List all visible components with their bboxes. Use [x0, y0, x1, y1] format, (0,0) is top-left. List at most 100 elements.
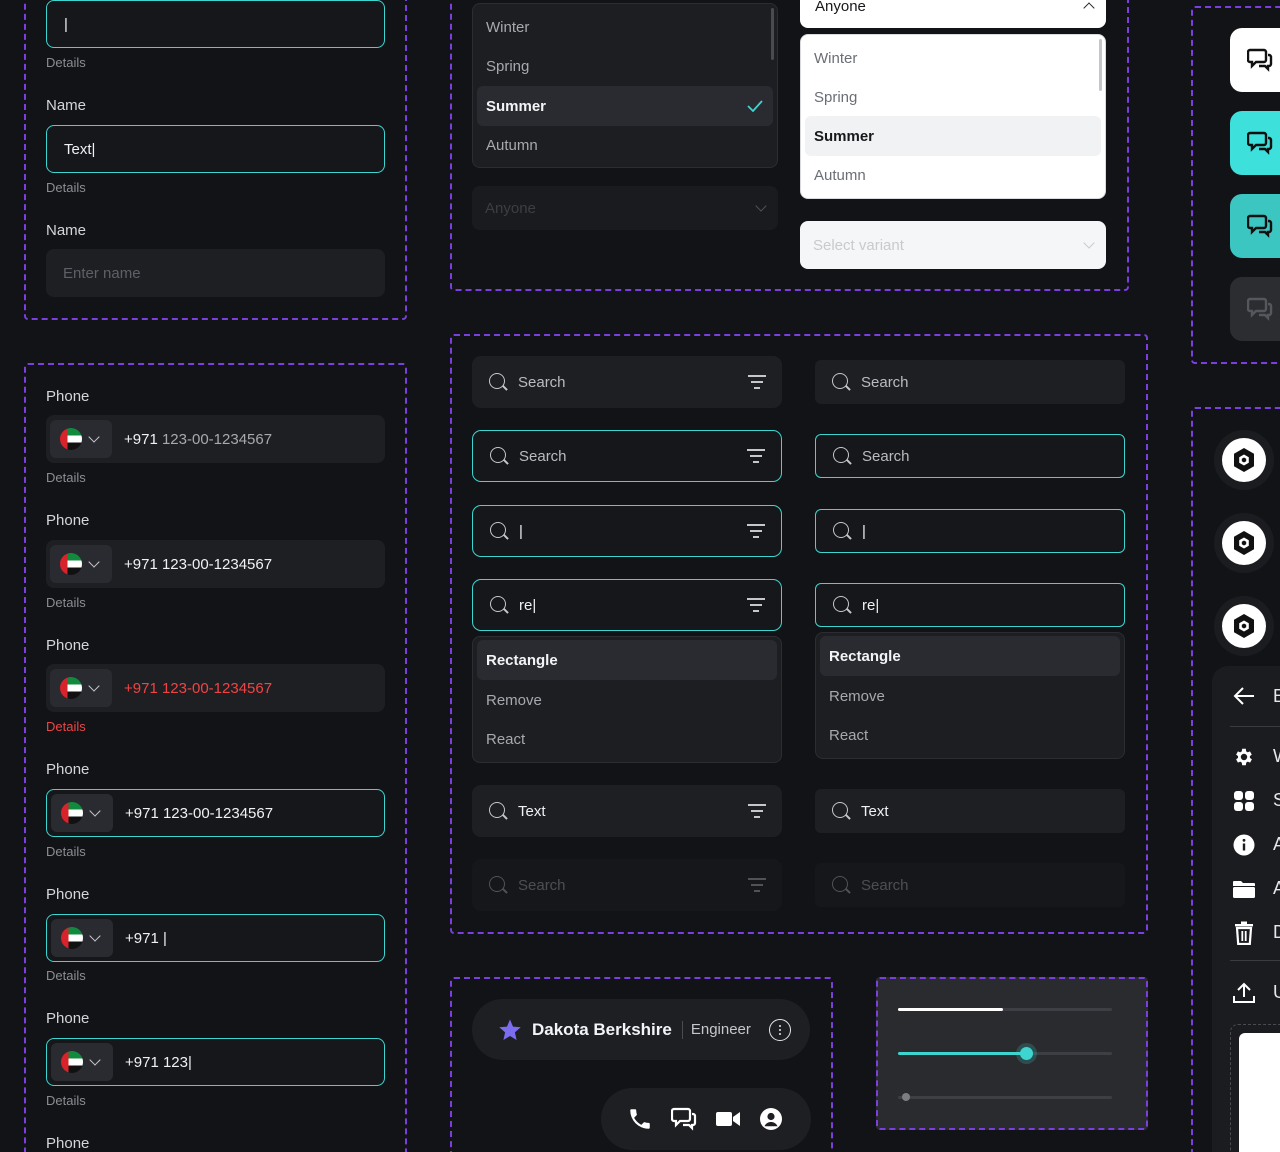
chat-icon[interactable]	[671, 1107, 697, 1131]
light-select-disabled[interactable]: Select variant	[800, 221, 1106, 269]
check-icon	[747, 100, 763, 112]
filter-icon[interactable]	[747, 449, 765, 463]
result-item-selected[interactable]: Rectangle	[477, 640, 777, 680]
search-icon	[832, 446, 852, 466]
slider-track-accent[interactable]	[898, 1047, 1112, 1060]
country-selector[interactable]	[51, 1043, 113, 1081]
chat-button-disabled[interactable]	[1230, 277, 1280, 341]
phone-input-filled[interactable]: +971 123-00-1234567	[46, 540, 385, 588]
option-item[interactable]: Winter	[801, 38, 1105, 78]
hexagon-logo-icon	[1234, 448, 1254, 472]
phone-input-focused[interactable]: +971 123-00-1234567	[46, 789, 385, 837]
user-name: Dakota Berkshire	[532, 1019, 672, 1039]
chat-button-white[interactable]	[1230, 28, 1280, 92]
uae-flag-icon	[60, 428, 82, 450]
search-field-text[interactable]: Text	[472, 785, 782, 837]
scrollbar[interactable]	[1099, 39, 1102, 91]
name-input-empty[interactable]: Enter name	[46, 249, 385, 297]
user-role: Engineer	[690, 1021, 751, 1038]
info-icon[interactable]	[1232, 833, 1256, 857]
search-field-disabled[interactable]: Search	[472, 859, 782, 911]
result-item[interactable]: Remove	[816, 676, 1124, 716]
search-field-default[interactable]: Search	[472, 356, 782, 408]
search-field-focused[interactable]: Search	[815, 434, 1125, 478]
gear-icon[interactable]	[1232, 745, 1256, 769]
option-item[interactable]: Winter	[473, 7, 777, 47]
search-field-default[interactable]: Search	[815, 360, 1125, 404]
phone-helper: Details	[46, 595, 86, 610]
search-icon	[832, 521, 852, 541]
name-input-text[interactable]: Text|	[46, 125, 385, 173]
chat-button-cyan[interactable]	[1230, 111, 1280, 175]
slider-track[interactable]	[898, 1008, 1112, 1011]
trash-icon[interactable]	[1232, 921, 1256, 945]
option-item-selected[interactable]: Summer	[805, 116, 1101, 156]
search-field-text[interactable]: Text	[815, 789, 1125, 833]
slider-track-empty[interactable]	[898, 1093, 1112, 1101]
logo-button[interactable]	[1222, 604, 1266, 648]
phone-error-helper: Details	[46, 719, 86, 734]
country-selector[interactable]	[50, 545, 112, 583]
folder-icon[interactable]	[1232, 877, 1256, 901]
chevron-down-icon	[755, 200, 767, 212]
phone-icon[interactable]	[627, 1106, 653, 1132]
country-selector[interactable]	[51, 794, 113, 832]
video-icon[interactable]	[715, 1109, 741, 1129]
grid-icon[interactable]	[1232, 789, 1256, 813]
phone-input-default[interactable]: +971 123-00-1234567	[46, 415, 385, 463]
arrow-left-icon[interactable]	[1233, 686, 1255, 706]
logo-button[interactable]	[1222, 521, 1266, 565]
chat-button-teal[interactable]	[1230, 194, 1280, 258]
menu-item-label[interactable]: A	[1273, 834, 1280, 855]
option-item[interactable]: Autumn	[473, 125, 777, 165]
chevron-down-icon	[89, 805, 101, 817]
search-field-cursor[interactable]: |	[472, 505, 782, 557]
light-select-open[interactable]: Anyone	[800, 0, 1106, 28]
chat-icon	[1247, 48, 1273, 72]
option-item[interactable]: Autumn	[801, 155, 1105, 195]
search-field-typed[interactable]: re|	[815, 583, 1125, 627]
upload-icon[interactable]	[1232, 981, 1256, 1005]
result-item[interactable]: React	[473, 719, 781, 759]
filter-icon[interactable]	[747, 524, 765, 538]
search-icon	[489, 446, 509, 466]
search-results-list: Rectangle Remove React	[472, 636, 782, 763]
search-field-cursor[interactable]: |	[815, 509, 1125, 553]
search-icon	[489, 521, 509, 541]
search-field-typed[interactable]: re|	[472, 579, 782, 631]
phone-input-typing[interactable]: +971 |	[46, 914, 385, 962]
country-selector[interactable]	[50, 420, 112, 458]
phone-input-partial[interactable]: +971 123|	[46, 1038, 385, 1086]
filter-icon[interactable]	[748, 878, 766, 892]
search-field-focused[interactable]: Search	[472, 430, 782, 482]
result-item[interactable]: Remove	[473, 680, 781, 720]
filter-icon[interactable]	[748, 375, 766, 389]
name-input-cursor[interactable]: |	[46, 0, 385, 48]
option-item[interactable]: Spring	[473, 46, 777, 86]
country-selector[interactable]	[50, 669, 112, 707]
phone-input-error[interactable]: +971 123-00-1234567	[46, 664, 385, 712]
logo-button[interactable]	[1222, 438, 1266, 482]
menu-item-label[interactable]: A	[1273, 878, 1280, 899]
search-icon	[831, 875, 851, 895]
menu-item-label[interactable]: U	[1273, 982, 1280, 1003]
slider-thumb[interactable]	[1019, 1047, 1033, 1060]
info-outline-icon[interactable]	[768, 1018, 791, 1041]
option-item[interactable]: Spring	[801, 77, 1105, 117]
filter-icon[interactable]	[748, 804, 766, 818]
scrollbar[interactable]	[771, 8, 774, 60]
result-item[interactable]: React	[816, 715, 1124, 755]
chip-divider	[681, 1020, 683, 1039]
option-item-selected[interactable]: Summer	[477, 86, 773, 126]
filter-icon[interactable]	[747, 598, 765, 612]
result-item-selected[interactable]: Rectangle	[820, 636, 1120, 676]
input-helper: Details	[46, 55, 86, 70]
search-field-disabled[interactable]: Search	[815, 863, 1125, 907]
menu-item-label[interactable]: D	[1273, 922, 1280, 943]
user-chip[interactable]: Dakota Berkshire Engineer	[472, 999, 810, 1060]
country-selector[interactable]	[51, 919, 113, 957]
dark-select-disabled[interactable]: Anyone	[472, 186, 778, 230]
user-icon[interactable]	[759, 1107, 783, 1131]
menu-item-label[interactable]: W	[1273, 746, 1280, 767]
menu-item-label[interactable]: S	[1273, 790, 1280, 811]
